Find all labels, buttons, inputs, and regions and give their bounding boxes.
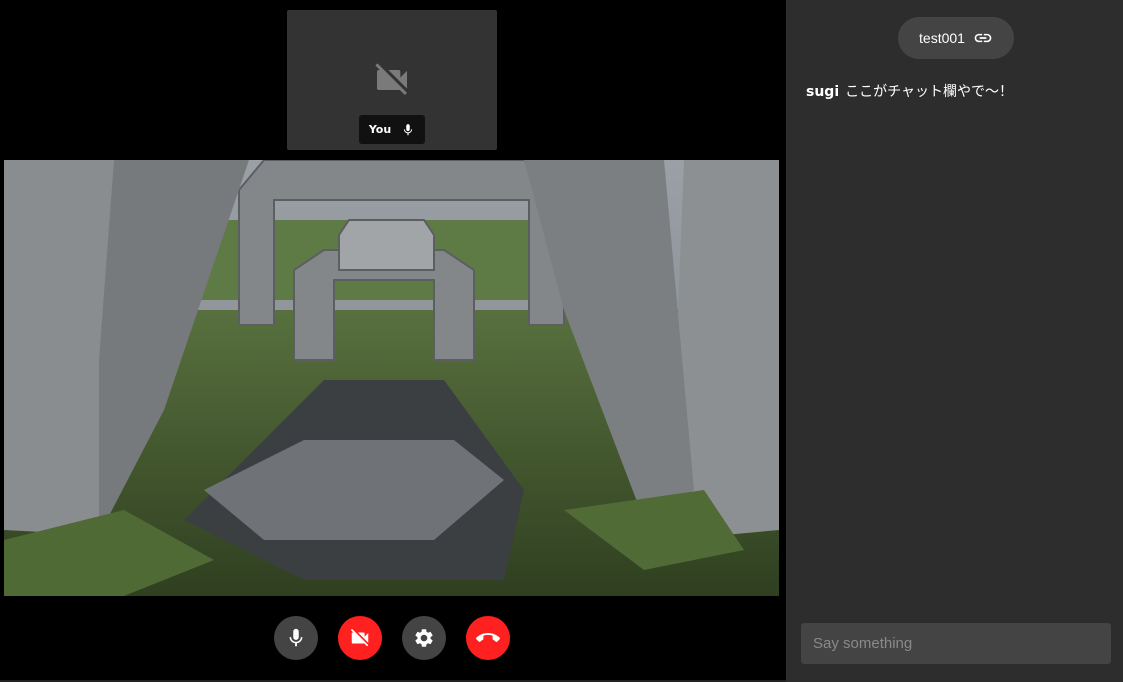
message-author: sugi	[806, 84, 840, 100]
gear-icon	[415, 629, 433, 647]
chat-sidebar: test001 sugi ここがチャット欄やで〜！	[786, 0, 1123, 682]
hang-up-button[interactable]	[466, 616, 510, 660]
videocam-off-icon	[375, 63, 407, 95]
room-chip[interactable]: test001	[898, 17, 1014, 59]
room-name: test001	[919, 30, 965, 46]
chat-message: sugi ここがチャット欄やで〜！	[806, 82, 1106, 102]
remote-video-frame	[4, 160, 779, 596]
call-controls	[0, 616, 786, 660]
link-icon	[974, 33, 992, 43]
videocam-off-icon	[350, 628, 369, 647]
phone-hangup-icon	[476, 633, 500, 642]
message-text: ここがチャット欄やで〜！	[845, 84, 1013, 100]
video-stage: You	[0, 0, 786, 682]
settings-button[interactable]	[402, 616, 446, 660]
remote-video	[4, 160, 779, 596]
self-video-tile: You	[287, 10, 497, 150]
mic-icon	[404, 123, 413, 135]
chat-input[interactable]	[801, 623, 1111, 664]
mic-icon	[289, 628, 303, 647]
self-name-label: You	[368, 123, 392, 136]
mic-toggle-button[interactable]	[274, 616, 318, 660]
camera-toggle-button[interactable]	[338, 616, 382, 660]
self-name-tag: You	[359, 115, 425, 144]
chat-log: sugi ここがチャット欄やで〜！	[806, 82, 1106, 102]
